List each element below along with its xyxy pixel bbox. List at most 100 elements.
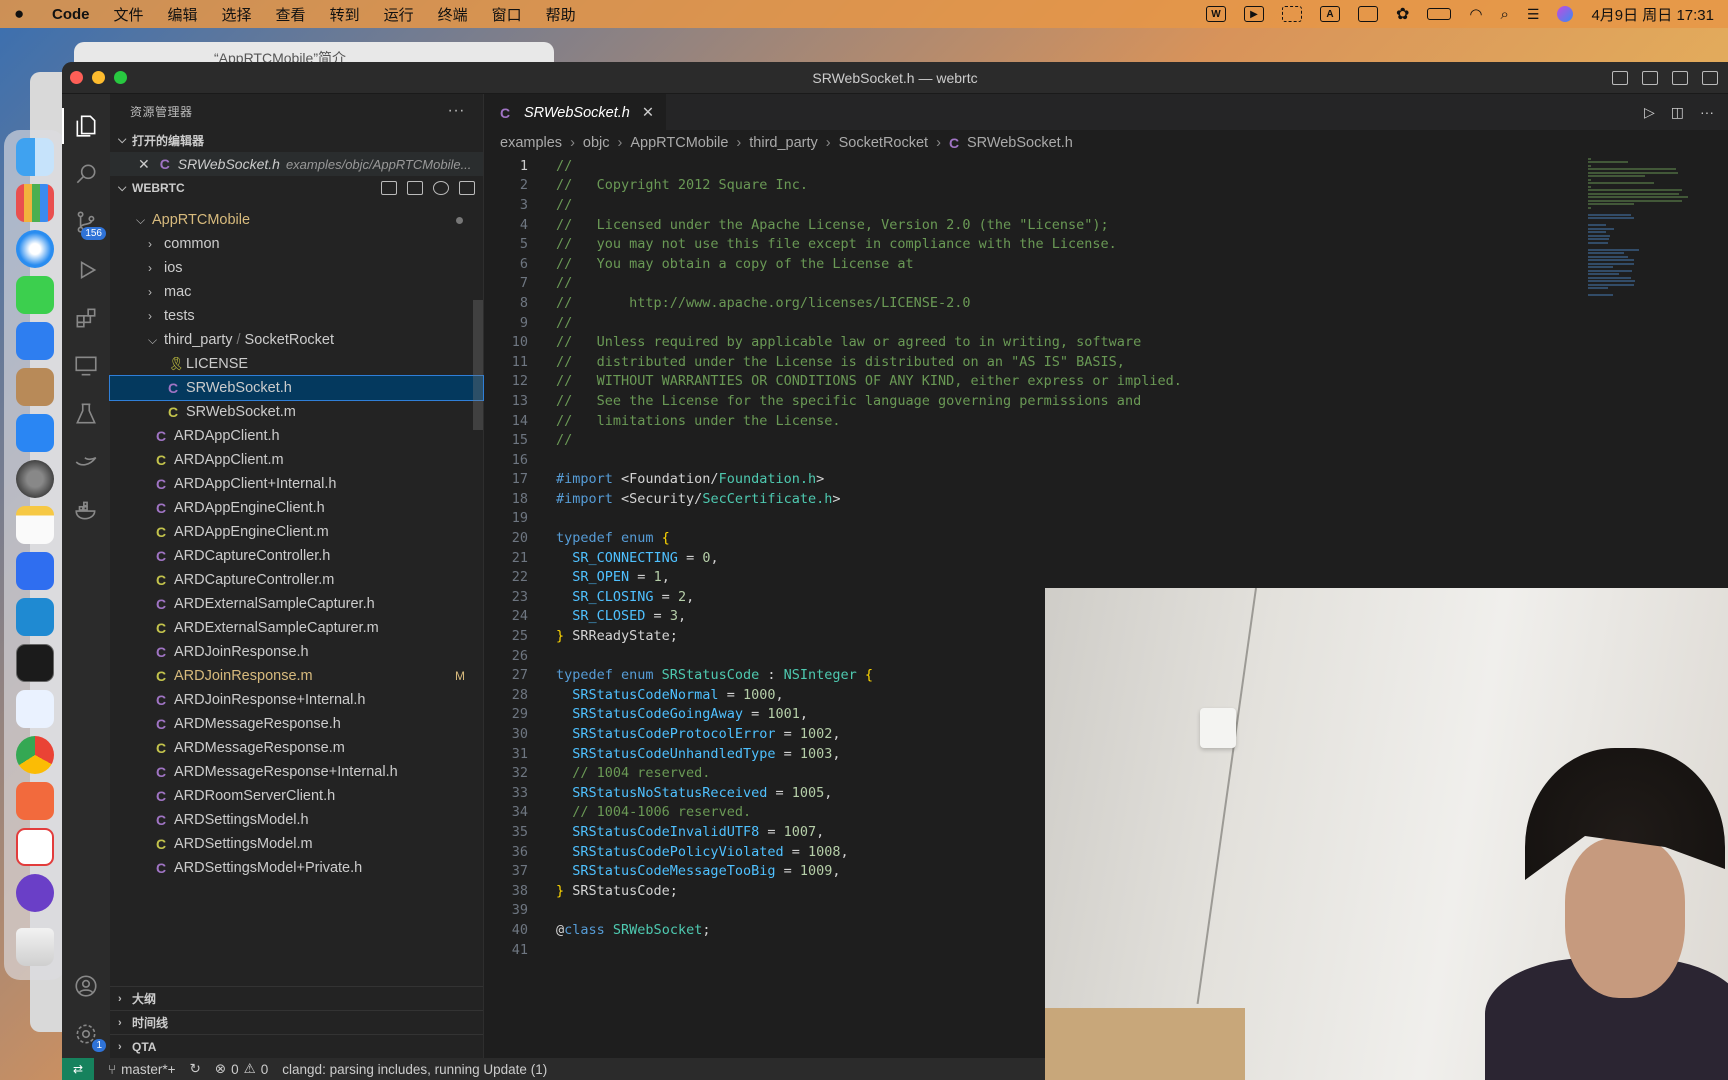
docker-icon[interactable]	[62, 486, 110, 534]
control-icon[interactable]: ✿	[1396, 4, 1409, 24]
sidebar-section-0[interactable]: › 大纲	[110, 986, 483, 1010]
trash-icon[interactable]	[16, 928, 54, 966]
input-method-icon[interactable]: A	[1319, 6, 1340, 22]
tree-file[interactable]: C ARDAppClient+Internal.h	[110, 472, 483, 496]
tree-folder[interactable]: › tests	[110, 304, 483, 328]
accounts-icon[interactable]	[62, 962, 110, 1010]
tree-file[interactable]: C ARDAppEngineClient.h	[110, 496, 483, 520]
minimap[interactable]	[1588, 156, 1698, 456]
wps-dock-icon[interactable]	[16, 828, 54, 866]
open-editor-item[interactable]: ✕ C SRWebSocket.h examples/objc/AppRTCMo…	[110, 152, 483, 176]
menu-item[interactable]: 窗口	[492, 4, 522, 25]
run-icon[interactable]: ▷	[1644, 104, 1655, 121]
remote-explorer-icon[interactable]	[62, 342, 110, 390]
tree-file[interactable]: C ARDSettingsModel.m	[110, 832, 483, 856]
close-tab-icon[interactable]: ✕	[642, 105, 654, 121]
breadcrumb-item[interactable]: SocketRocket	[839, 135, 928, 151]
safari-icon[interactable]	[16, 230, 54, 268]
app-store-icon[interactable]	[16, 414, 54, 452]
screenshot-icon[interactable]	[1281, 6, 1302, 22]
breadcrumb-item[interactable]: objc	[583, 135, 610, 151]
tree-folder[interactable]: ⌵ third_party / SocketRocket	[110, 328, 483, 352]
tree-file[interactable]: C SRWebSocket.m	[110, 400, 483, 424]
menubar-clock[interactable]: 4月9日 周日 17:31	[1591, 4, 1714, 25]
launchpad-icon[interactable]	[16, 184, 54, 222]
close-editor-icon[interactable]: ✕	[138, 156, 150, 173]
battery-icon[interactable]	[1427, 8, 1452, 20]
messages-icon[interactable]	[16, 276, 54, 314]
clangd-status[interactable]: clangd: parsing includes, running Update…	[282, 1062, 547, 1077]
tree-folder[interactable]: › common	[110, 232, 483, 256]
baidu-netdisk-icon[interactable]	[16, 690, 54, 728]
finder-icon[interactable]	[16, 138, 54, 176]
tree-file[interactable]: C ARDSettingsModel+Private.h	[110, 856, 483, 880]
tree-folder[interactable]: › ios	[110, 256, 483, 280]
contacts-icon[interactable]	[16, 368, 54, 406]
tree-file[interactable]: 🎗 LICENSE	[110, 352, 483, 376]
breadcrumb-item[interactable]: AppRTCMobile	[630, 135, 728, 151]
breadcrumb-item[interactable]: examples	[500, 135, 562, 151]
extensions-icon[interactable]	[62, 294, 110, 342]
bird-extension-icon[interactable]	[62, 438, 110, 486]
branch-status[interactable]: ⑂ master*+	[108, 1062, 176, 1077]
explorer-more-actions-icon[interactable]: ···	[448, 102, 465, 120]
tree-file[interactable]: C ARDExternalSampleCapturer.m	[110, 616, 483, 640]
siri-icon[interactable]	[1557, 6, 1574, 22]
tree-folder[interactable]: ⌵ AppRTCMobile	[110, 208, 483, 232]
apple-icon[interactable]: ●	[14, 5, 32, 23]
run-debug-icon[interactable]	[62, 246, 110, 294]
feishu-icon[interactable]: ▶	[1243, 6, 1264, 22]
explorer-icon[interactable]	[62, 102, 110, 150]
menu-item[interactable]: 选择	[222, 4, 252, 25]
menu-item[interactable]: 终端	[438, 4, 468, 25]
tree-file[interactable]: C ARDJoinResponse.m M	[110, 664, 483, 688]
search-icon[interactable]: ⌕	[1500, 6, 1508, 23]
sidebar-scrollbar[interactable]	[473, 300, 483, 430]
tree-file[interactable]: C ARDAppEngineClient.m	[110, 520, 483, 544]
tree-file[interactable]: C ARDMessageResponse.m	[110, 736, 483, 760]
tree-file[interactable]: C ARDExternalSampleCapturer.h	[110, 592, 483, 616]
terminal-icon[interactable]	[16, 644, 54, 682]
sidebar-section-1[interactable]: › 时间线	[110, 1010, 483, 1034]
tree-file[interactable]: C ARDCaptureController.h	[110, 544, 483, 568]
menu-item[interactable]: 帮助	[546, 4, 576, 25]
vscode-dock-icon[interactable]	[16, 598, 54, 636]
tree-file[interactable]: C ARDRoomServerClient.h	[110, 784, 483, 808]
menu-item[interactable]: 编辑	[168, 4, 198, 25]
new-file-icon[interactable]	[381, 181, 397, 195]
sidebar-section-2[interactable]: › QTA	[110, 1034, 483, 1058]
source-control-icon[interactable]: 156	[62, 198, 110, 246]
new-folder-icon[interactable]	[407, 181, 423, 195]
menu-item[interactable]: 查看	[276, 4, 306, 25]
menu-item[interactable]: 转到	[330, 4, 360, 25]
menu-item[interactable]: 运行	[384, 4, 414, 25]
manage-gear-icon[interactable]: 1	[62, 1010, 110, 1058]
tree-file[interactable]: C SRWebSocket.h	[109, 375, 484, 401]
tree-file[interactable]: C ARDCaptureController.m	[110, 568, 483, 592]
tree-file[interactable]: C ARDJoinResponse.h	[110, 640, 483, 664]
sketch-icon[interactable]	[16, 782, 54, 820]
tree-file[interactable]: C ARDMessageResponse.h	[110, 712, 483, 736]
system-settings-icon[interactable]	[16, 460, 54, 498]
collapse-all-icon[interactable]	[459, 181, 475, 195]
feishu-dock-icon[interactable]	[16, 552, 54, 590]
wifi-icon[interactable]: ◠	[1469, 5, 1482, 23]
refresh-icon[interactable]	[433, 181, 449, 195]
open-editors-section-header[interactable]: ⌵ 打开的编辑器	[110, 128, 483, 152]
more-actions-icon[interactable]: ···	[1700, 104, 1714, 120]
tree-file[interactable]: C ARDAppClient.h	[110, 424, 483, 448]
search-icon[interactable]	[62, 150, 110, 198]
tree-file[interactable]: C ARDSettingsModel.h	[110, 808, 483, 832]
testing-icon[interactable]	[62, 390, 110, 438]
tree-folder[interactable]: › mac	[110, 280, 483, 304]
tree-file[interactable]: C ARDMessageResponse+Internal.h	[110, 760, 483, 784]
chrome-icon[interactable]	[16, 736, 54, 774]
breadcrumb-item[interactable]: third_party	[749, 135, 818, 151]
breadcrumb-item[interactable]: SRWebSocket.h	[967, 135, 1073, 151]
menu-app-name[interactable]: Code	[52, 6, 90, 23]
menu-item[interactable]: 文件	[114, 4, 144, 25]
remote-indicator-icon[interactable]: ⇄	[62, 1058, 94, 1080]
display-icon[interactable]	[1357, 6, 1378, 22]
sync-status[interactable]: ↻	[190, 1061, 201, 1077]
tree-file[interactable]: C ARDAppClient.m	[110, 448, 483, 472]
